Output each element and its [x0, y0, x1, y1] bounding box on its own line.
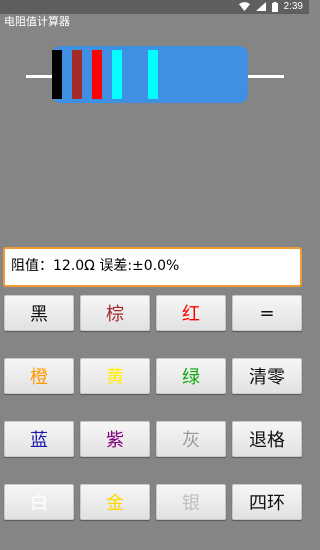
green-button[interactable]: 绿: [156, 358, 226, 394]
signal-icon: [255, 2, 266, 11]
clear-button[interactable]: 清零: [232, 358, 302, 394]
resistor-illustration: [0, 30, 309, 110]
resistor-band-5: [148, 50, 158, 99]
four-band-button[interactable]: 四环: [232, 484, 302, 520]
black-button[interactable]: 黑: [4, 295, 74, 331]
blue-button[interactable]: 蓝: [4, 421, 74, 457]
status-bar: 2:39: [0, 0, 309, 14]
result-display: 阻值：12.0Ω 误差:±0.0%: [3, 247, 302, 287]
equals-button[interactable]: =: [232, 295, 302, 331]
orange-button[interactable]: 橙: [4, 358, 74, 394]
resistor-band-4: [112, 50, 122, 99]
gray-button[interactable]: 灰: [156, 421, 226, 457]
status-time: 2:39: [283, 1, 303, 12]
yellow-button[interactable]: 黄: [80, 358, 150, 394]
status-icons: 2:39: [238, 1, 303, 12]
white-button[interactable]: 白: [4, 484, 74, 520]
wifi-icon: [238, 2, 250, 11]
resistor-lead-right: [246, 75, 284, 78]
resistor-band-3: [92, 50, 102, 99]
resistor-lead-left: [26, 75, 52, 78]
backspace-button[interactable]: 退格: [232, 421, 302, 457]
resistor-band-1: [52, 50, 62, 99]
gold-button[interactable]: 金: [80, 484, 150, 520]
app-title: 电阻值计算器: [4, 15, 70, 28]
resistor-band-2: [72, 50, 82, 99]
brown-button[interactable]: 棕: [80, 295, 150, 331]
battery-icon: [271, 1, 278, 12]
purple-button[interactable]: 紫: [80, 421, 150, 457]
red-button[interactable]: 红: [156, 295, 226, 331]
silver-button[interactable]: 银: [156, 484, 226, 520]
